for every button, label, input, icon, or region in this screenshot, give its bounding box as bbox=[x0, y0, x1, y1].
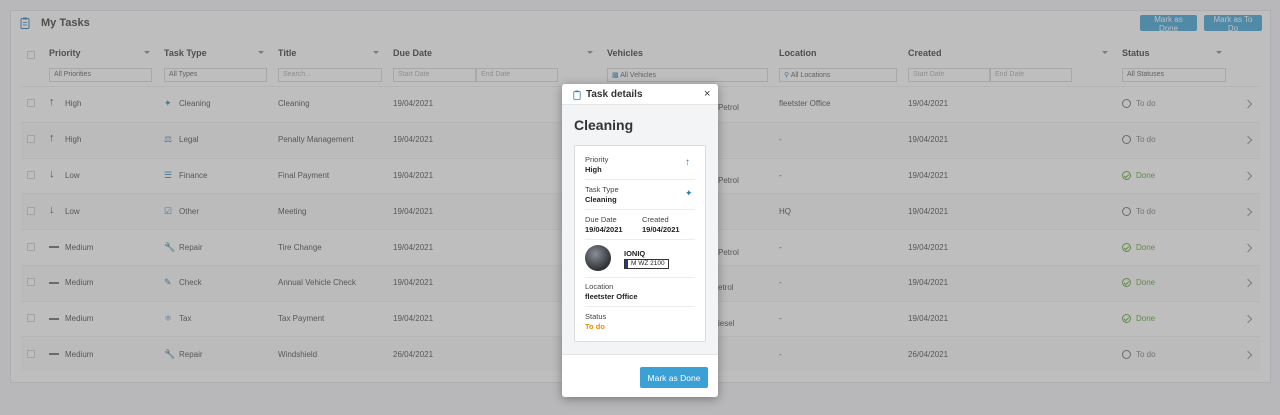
task-type-value: Cleaning bbox=[585, 195, 617, 204]
vehicle-photo bbox=[585, 245, 611, 271]
modal-header-title: Task details bbox=[586, 89, 643, 100]
close-icon[interactable]: × bbox=[704, 88, 710, 100]
priority-value: High bbox=[585, 165, 602, 174]
task-detail-card: Priority High ↑ Task Type Cleaning ✦ Due… bbox=[574, 145, 706, 342]
status-label: Status bbox=[585, 312, 607, 321]
task-details-modal: Task details × Cleaning Priority High ↑ … bbox=[562, 84, 718, 397]
created-label: Created bbox=[642, 215, 669, 224]
task-type-label: Task Type bbox=[585, 185, 619, 194]
modal-footer: Mark as Done bbox=[562, 354, 718, 397]
vehicle-name: IONIQ bbox=[624, 249, 646, 258]
due-date-label: Due Date bbox=[585, 215, 617, 224]
mark-as-done-button[interactable]: Mark as Done bbox=[640, 367, 708, 388]
divider bbox=[585, 306, 695, 307]
cleaning-icon: ✦ bbox=[685, 188, 693, 198]
divider bbox=[585, 277, 695, 278]
arrow-up-icon: ↑ bbox=[685, 157, 690, 168]
license-plate: M WZ 2100 bbox=[624, 259, 669, 269]
task-title: Cleaning bbox=[574, 117, 634, 133]
priority-label: Priority bbox=[585, 155, 609, 164]
modal-header: Task details × bbox=[562, 84, 718, 105]
location-value: fleetster Office bbox=[585, 292, 638, 301]
divider bbox=[585, 179, 695, 180]
clipboard-icon bbox=[573, 90, 581, 100]
due-date-value: 19/04/2021 bbox=[585, 225, 623, 234]
created-value: 19/04/2021 bbox=[642, 225, 680, 234]
location-label: Location bbox=[585, 282, 614, 291]
status-value: To do bbox=[585, 322, 605, 331]
divider bbox=[585, 209, 695, 210]
divider bbox=[585, 239, 695, 240]
